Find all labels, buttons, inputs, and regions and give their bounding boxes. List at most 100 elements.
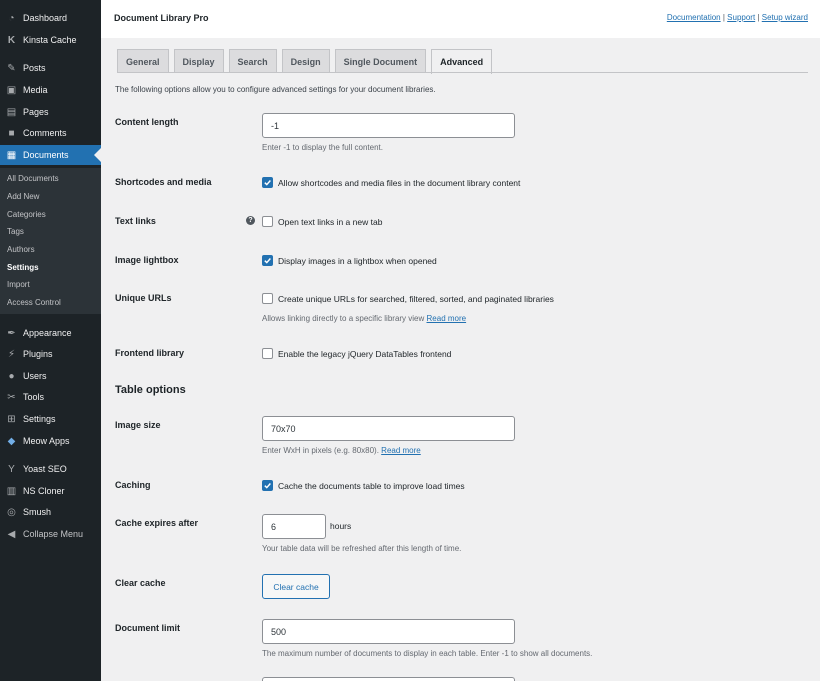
submenu-access-control[interactable]: Access Control (7, 298, 61, 307)
settings-tabs: General Display Search Design Single Doc… (117, 49, 497, 74)
collapse-icon: ◀ (7, 528, 16, 540)
submenu-settings[interactable]: Settings (7, 263, 39, 272)
setup-wizard-link[interactable]: Setup wizard (762, 13, 808, 22)
image-size-desc-text: Enter WxH in pixels (e.g. 80x80). (262, 446, 379, 455)
clear-cache-button[interactable]: Clear cache (262, 574, 330, 599)
tab-divider (117, 72, 808, 73)
menu-collapse[interactable]: ◀ Collapse Menu (0, 524, 101, 544)
check-icon (264, 180, 271, 186)
menu-label: Collapse Menu (23, 529, 84, 539)
unique-urls-desc-text: Allows linking directly to a specific li… (262, 314, 425, 323)
tab-general[interactable]: General (117, 49, 169, 73)
plugins-icon: ⚡ (7, 348, 16, 360)
document-limit-input[interactable] (262, 619, 515, 644)
cloner-icon: ▥ (6, 485, 17, 497)
documentation-link[interactable]: Documentation (667, 13, 721, 22)
tab-single-document[interactable]: Single Document (334, 49, 427, 73)
plugin-title: Document Library Pro (114, 13, 209, 23)
pages-icon: ▤ (6, 106, 17, 118)
cache-expires-label: Cache expires after (115, 518, 199, 528)
menu-label: Kinsta Cache (23, 35, 77, 45)
menu-smush[interactable]: ◎ Smush (0, 502, 101, 522)
unique-urls-label: Unique URLs (115, 293, 172, 303)
image-size-input[interactable] (262, 416, 515, 441)
submenu-import[interactable]: Import (7, 280, 30, 289)
tab-display[interactable]: Display (173, 49, 224, 73)
meow-icon: ◆ (7, 435, 16, 447)
menu-label: Pages (23, 107, 49, 117)
menu-meow-apps[interactable]: ◆ Meow Apps (0, 431, 101, 451)
tab-design[interactable]: Design (281, 49, 330, 73)
read-more-link[interactable]: Read more (427, 314, 467, 323)
caching-label: Caching (115, 480, 151, 490)
submenu-categories[interactable]: Categories (7, 210, 46, 219)
tab-advanced[interactable]: Advanced (431, 49, 493, 74)
menu-label: Dashboard (23, 13, 68, 23)
submenu-tags[interactable]: Tags (7, 227, 24, 236)
unique-urls-checkbox[interactable] (262, 293, 273, 304)
tools-icon: ✂ (7, 391, 16, 403)
help-icon[interactable]: ? (246, 216, 255, 225)
admin-sidebar: ◔ Dashboard K Kinsta Cache ✎ Posts ▣ Media ▤… (0, 0, 101, 681)
frontend-option: Enable the legacy jQuery DataTables fron… (262, 348, 451, 359)
caching-text: Cache the documents table to improve loa… (278, 480, 465, 491)
documents-submenu: All Documents Add New Categories Tags Au… (0, 168, 101, 314)
lightbox-checkbox[interactable] (262, 255, 273, 266)
settings-icon: ⊞ (7, 413, 16, 425)
menu-label: Smush (23, 507, 52, 517)
kinsta-icon: K (7, 34, 16, 46)
submenu-all-documents[interactable]: All Documents (7, 174, 59, 183)
menu-plugins[interactable]: ⚡ Plugins (0, 344, 101, 364)
menu-media[interactable]: ▣ Media (0, 80, 101, 100)
shortcodes-label: Shortcodes and media (115, 177, 212, 187)
menu-label: Tools (23, 392, 45, 402)
document-limit-desc: The maximum number of documents to displ… (262, 649, 593, 658)
yoast-icon: Y (8, 463, 15, 475)
menu-label: Appearance (23, 328, 72, 338)
unique-urls-option: Create unique URLs for searched, filtere… (262, 293, 554, 304)
submenu-authors[interactable]: Authors (7, 245, 35, 254)
tab-search[interactable]: Search (228, 49, 277, 73)
appearance-icon: ✒ (7, 327, 16, 339)
frontend-checkbox[interactable] (262, 348, 273, 359)
text-links-label: Text links (115, 216, 156, 226)
menu-users[interactable]: ● Users (0, 366, 101, 386)
caching-checkbox[interactable] (262, 480, 273, 491)
plugin-header: Document Library Pro Documentation | Sup… (101, 0, 820, 38)
image-size-desc: Enter WxH in pixels (e.g. 80x80). Read m… (262, 446, 421, 455)
menu-documents[interactable]: ▦ Documents (0, 145, 101, 165)
menu-label: Settings (23, 414, 56, 424)
menu-label: Users (23, 371, 47, 381)
check-icon (264, 483, 271, 489)
menu-yoast-seo[interactable]: Y Yoast SEO (0, 459, 101, 479)
menu-pages[interactable]: ▤ Pages (0, 102, 101, 122)
pin-icon: ✎ (7, 62, 16, 74)
menu-appearance[interactable]: ✒ Appearance (0, 323, 101, 343)
read-more-link[interactable]: Read more (381, 446, 421, 455)
shortcodes-checkbox[interactable] (262, 177, 273, 188)
unique-urls-text: Create unique URLs for searched, filtere… (278, 293, 554, 304)
intro-text: The following options allow you to confi… (115, 85, 436, 94)
cache-expires-input[interactable] (262, 514, 326, 539)
menu-settings[interactable]: ⊞ Settings (0, 409, 101, 429)
link-separator: | (722, 13, 725, 22)
menu-comments[interactable]: ■ Comments (0, 123, 101, 143)
next-field-input[interactable] (262, 677, 515, 681)
text-links-checkbox[interactable] (262, 216, 273, 227)
media-icon: ▣ (6, 84, 17, 96)
table-options-heading: Table options (115, 384, 186, 396)
cache-expires-unit: hours (330, 521, 352, 531)
link-separator: | (757, 13, 760, 22)
submenu-add-new[interactable]: Add New (7, 192, 39, 201)
shortcodes-text: Allow shortcodes and media files in the … (278, 177, 521, 188)
content-length-input[interactable] (262, 113, 515, 138)
menu-dashboard[interactable]: ◔ Dashboard (0, 8, 101, 28)
menu-label: Meow Apps (23, 436, 70, 446)
menu-label: Plugins (23, 349, 53, 359)
menu-tools[interactable]: ✂ Tools (0, 387, 101, 407)
frontend-label: Frontend library (115, 348, 185, 358)
menu-posts[interactable]: ✎ Posts (0, 58, 101, 78)
support-link[interactable]: Support (727, 13, 755, 22)
menu-kinsta-cache[interactable]: K Kinsta Cache (0, 30, 101, 50)
menu-ns-cloner[interactable]: ▥ NS Cloner (0, 481, 101, 501)
